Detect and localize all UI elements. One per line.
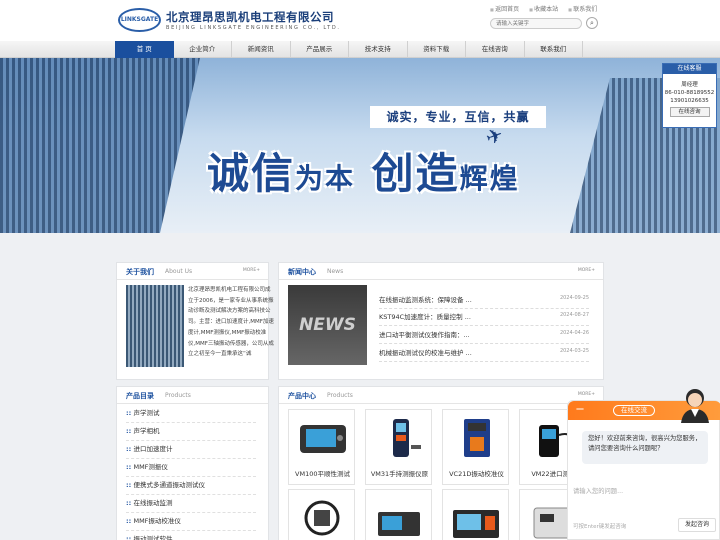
news-title-bar: 新闻中心 News MORE+ <box>279 263 603 280</box>
agent-avatar-icon <box>681 389 709 423</box>
hero-banner[interactable]: 诚实，专业，互信，共赢 ✈ 诚信为本 创造辉煌 <box>0 58 720 233</box>
link-contact[interactable]: 联系我们 <box>568 4 597 13</box>
about-title: 关于我们 <box>126 268 154 276</box>
nav-about[interactable]: 企业简介 <box>174 41 232 58</box>
catalog-item[interactable]: 在线振动监测 <box>126 495 256 513</box>
company-name-cn: 北京理昂思凯机电工程有限公司 <box>166 10 334 24</box>
site-header: LINKSGATE 北京理昂思凯机电工程有限公司 BEIJING LINKSGA… <box>0 0 720 41</box>
product-card[interactable] <box>442 489 509 540</box>
catalog-title-bar: 产品目录 Products <box>117 387 268 404</box>
product-name: VM100平顺性测试 <box>295 470 350 478</box>
product-image <box>448 415 505 461</box>
chat-input[interactable]: 请输入您的问题... <box>573 486 713 496</box>
nav-products[interactable]: 产品展示 <box>291 41 349 58</box>
catalog-item[interactable]: 进口加速度计 <box>126 441 256 459</box>
news-item[interactable]: KST94C加速度计：质量控制 ... 2024-08-27 <box>379 309 589 326</box>
product-name: VC21D振动校准仪 <box>449 470 504 478</box>
search-input[interactable] <box>490 18 582 29</box>
news-more-link[interactable]: MORE+ <box>578 268 595 273</box>
product-catalog-panel: 产品目录 Products 声学测试 声学相机 进口加速度计 MMF测振仪 便携… <box>116 386 269 540</box>
chat-minimize-button[interactable]: — <box>576 404 584 413</box>
product-center-title-en: Products <box>327 392 353 399</box>
company-logo[interactable]: LINKSGATE <box>118 8 161 32</box>
about-more-link[interactable]: MORE+ <box>243 268 260 273</box>
news-image[interactable]: NEWS <box>288 285 367 365</box>
catalog-item[interactable]: 振动测试软件 <box>126 531 256 540</box>
catalog-title-en: Products <box>165 392 191 399</box>
product-center-title: 产品中心 <box>288 392 316 400</box>
catalog-item[interactable]: 声学测试 <box>126 405 256 423</box>
product-card[interactable]: VM31手持测振仪原 <box>365 409 432 485</box>
contact-phone-1: 86-010-88189552 <box>664 90 715 96</box>
chat-title: 在线交流 <box>613 405 655 416</box>
link-bookmark[interactable]: 收藏本站 <box>529 4 558 13</box>
catalog-item[interactable]: 声学相机 <box>126 423 256 441</box>
banner-slogan-small: 诚实，专业，互信，共赢 <box>370 106 546 128</box>
company-name-en: BEIJING LINKSGATE ENGINEERING CO., LTD. <box>166 25 341 31</box>
product-card[interactable]: VC21D振动校准仪 <box>442 409 509 485</box>
nav-support[interactable]: 技术支持 <box>349 41 408 58</box>
news-item[interactable]: 在线振动监测系统：保障设备 ... 2024-09-25 <box>379 292 589 309</box>
contact-name: 周经理 <box>681 82 698 88</box>
nav-consult[interactable]: 在线咨询 <box>466 41 525 58</box>
nav-contact[interactable]: 联系我们 <box>525 41 583 58</box>
about-text: 北京理昂思凯机电工程有限公司成立于2006，是一家专业从事系统振动诊断及测试解决… <box>188 287 274 358</box>
about-title-en: About Us <box>165 268 193 275</box>
nav-news[interactable]: 新闻资讯 <box>232 41 291 58</box>
about-panel: 关于我们 About Us MORE+ 北京理昂思凯机电工程有限公司成立于200… <box>116 262 274 380</box>
product-center-more-link[interactable]: MORE+ <box>578 392 595 397</box>
contact-phone-2: 13901026635 <box>670 98 709 104</box>
product-card[interactable] <box>365 489 432 540</box>
product-center-title-bar: 产品中心 Products MORE+ <box>279 387 603 404</box>
online-consult-button[interactable]: 在线咨询 <box>669 107 710 117</box>
product-card[interactable]: VM100平顺性测试 <box>288 409 355 485</box>
chat-hint: 可按Enter键发起咨询 <box>573 524 627 530</box>
catalog-title: 产品目录 <box>126 392 154 400</box>
news-item[interactable]: 进口动平衡测试仪操作指南：... 2024-04-26 <box>379 327 589 344</box>
catalog-item[interactable]: 便携式多通道振动测试仪 <box>126 477 256 495</box>
search-icon[interactable]: ⌕ <box>586 17 598 29</box>
product-card[interactable] <box>288 489 355 540</box>
float-contact-box: 在线客服 周经理 86-010-88189552 13901026635 在线咨… <box>662 63 717 128</box>
top-links: 返回首页 收藏本站 联系我们 <box>490 4 597 13</box>
news-title: 新闻中心 <box>288 268 316 276</box>
news-title-en: News <box>327 268 344 275</box>
chat-greeting: 您好！欢迎前来咨询，很高兴为您服务，请问您要咨询什么问题呢？ <box>582 431 708 464</box>
news-panel: 新闻中心 News MORE+ NEWS 在线振动监测系统：保障设备 ... 20… <box>278 262 604 380</box>
nav-home[interactable]: 首 页 <box>115 41 174 58</box>
chat-send-button[interactable]: 发起咨询 <box>678 518 716 532</box>
main-nav: 首 页 企业简介 新闻资讯 产品展示 技术支持 资料下载 在线咨询 联系我们 <box>0 41 720 58</box>
catalog-item[interactable]: MMF振动校准仪 <box>126 513 256 531</box>
catalog-item[interactable]: MMF测振仪 <box>126 459 256 477</box>
nav-downloads[interactable]: 资料下载 <box>408 41 466 58</box>
chat-widget: — 在线交流 您好！欢迎前来咨询，很高兴为您服务，请问您要咨询什么问题呢？ 请输… <box>567 389 720 540</box>
product-image <box>304 500 340 536</box>
link-home[interactable]: 返回首页 <box>490 4 519 13</box>
about-title-bar: 关于我们 About Us MORE+ <box>117 263 268 280</box>
product-image <box>378 512 420 536</box>
product-image <box>371 415 428 461</box>
building-left <box>0 58 200 233</box>
product-name: VM31手持测振仪原 <box>370 470 429 478</box>
news-item[interactable]: 机械振动测试仪的校准与维护 ... 2024-03-25 <box>379 345 589 362</box>
product-image <box>453 510 499 538</box>
float-contact-title: 在线客服 <box>663 64 716 74</box>
product-center-panel: 产品中心 Products MORE+ VM100平顺性测试 VM31手持测振仪… <box>278 386 604 540</box>
about-image[interactable] <box>126 285 184 367</box>
product-image <box>294 415 351 461</box>
banner-slogan-big: 诚信为本 创造辉煌 <box>207 149 520 198</box>
